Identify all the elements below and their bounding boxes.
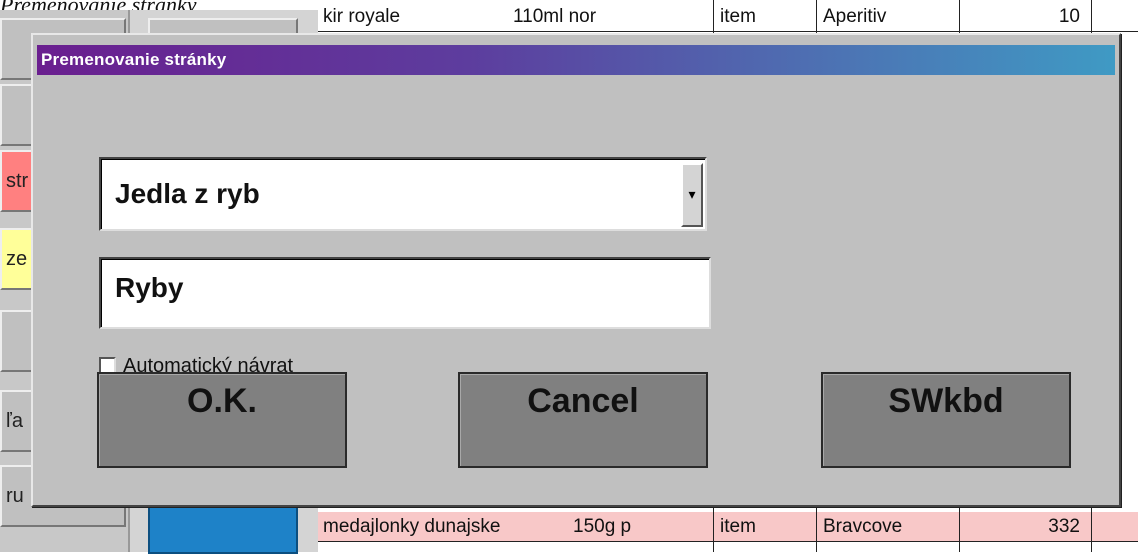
item-category-cell: Aperitiv [823, 6, 887, 27]
item-value-cell: 10 [1058, 6, 1080, 27]
dialog-titlebar[interactable]: Premenovanie stránky [37, 45, 1115, 75]
item-name-cell: kir royale [323, 6, 401, 27]
page-select-value: Jedla z ryb [115, 178, 260, 209]
item-kind-cell: item [720, 6, 756, 27]
item-size-cell: 150g p [573, 516, 632, 537]
left-category-label: ľa [6, 410, 23, 432]
left-category-label: ze [6, 248, 28, 270]
item-kind-cell: item [720, 516, 756, 537]
item-value-cell: 332 [1048, 516, 1080, 537]
table-row[interactable]: kir royale 110ml nor item Aperitiv 10 [318, 2, 1138, 32]
page-name-value: Ryby [115, 272, 184, 303]
page-name-input[interactable]: Ryby [99, 257, 711, 329]
table-row[interactable]: medajlonky dunajske 150g p item Bravcove… [318, 512, 1138, 542]
item-category-cell: Bravcove [823, 516, 903, 537]
cancel-button[interactable]: Cancel [458, 372, 708, 468]
rename-page-dialog: Premenovanie stránky Jedla z ryb ▾ Ryby … [31, 33, 1121, 507]
swkbd-button[interactable]: SWkbd [821, 372, 1071, 468]
chevron-down-icon[interactable]: ▾ [681, 163, 703, 227]
item-size-cell: 110ml nor [513, 6, 597, 27]
item-name-cell: medajlonky dunajske [323, 516, 501, 537]
left-category-label: ru [6, 485, 24, 507]
ok-button[interactable]: O.K. [97, 372, 347, 468]
page-select-combobox[interactable]: Jedla z ryb ▾ [99, 157, 707, 231]
left-category-label: str [6, 170, 29, 192]
